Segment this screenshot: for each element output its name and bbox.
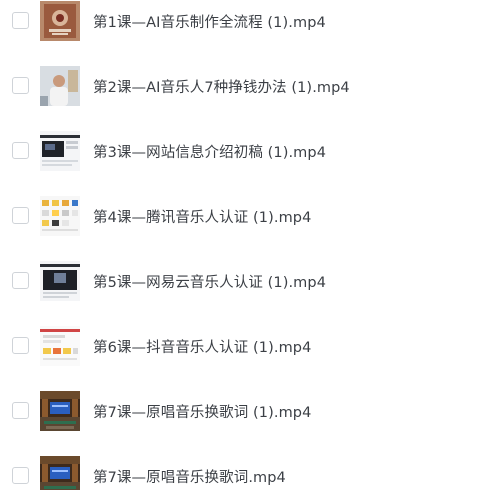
file-name[interactable]: 第6课—抖音音乐人认证 (1).mp4: [93, 336, 311, 357]
select-checkbox[interactable]: [12, 467, 29, 484]
app-grid-thumbnail[interactable]: [40, 196, 80, 236]
select-checkbox[interactable]: [12, 142, 29, 159]
list-item[interactable]: 第6课—抖音音乐人认证 (1).mp4: [0, 325, 490, 369]
select-checkbox[interactable]: [12, 77, 29, 94]
file-name[interactable]: 第4课—腾讯音乐人认证 (1).mp4: [93, 206, 311, 227]
select-checkbox[interactable]: [12, 272, 29, 289]
file-name[interactable]: 第5课—网易云音乐人认证 (1).mp4: [93, 271, 326, 292]
website-screenshot-thumbnail[interactable]: [40, 131, 80, 171]
file-name[interactable]: 第7课—原唱音乐换歌词 (1).mp4: [93, 401, 311, 422]
book-cover-thumbnail[interactable]: [40, 1, 80, 41]
stage-scene-thumbnail[interactable]: [40, 456, 80, 490]
file-name[interactable]: 第7课—原唱音乐换歌词.mp4: [93, 466, 286, 487]
file-name[interactable]: 第3课—网站信息介绍初稿 (1).mp4: [93, 141, 326, 162]
list-item[interactable]: 第3课—网站信息介绍初稿 (1).mp4: [0, 130, 490, 174]
person-video-thumbnail[interactable]: [40, 66, 80, 106]
list-item[interactable]: 第5课—网易云音乐人认证 (1).mp4: [0, 260, 490, 304]
list-item[interactable]: 第7课—原唱音乐换歌词.mp4: [0, 455, 490, 490]
list-item[interactable]: 第7课—原唱音乐换歌词 (1).mp4: [0, 390, 490, 434]
file-name[interactable]: 第2课—AI音乐人7种挣钱办法 (1).mp4: [93, 76, 350, 97]
file-list: 第1课—AI音乐制作全流程 (1).mp4 第2课—AI音乐人7种挣钱办法 (1…: [0, 0, 490, 490]
select-checkbox[interactable]: [12, 337, 29, 354]
select-checkbox[interactable]: [12, 402, 29, 419]
select-checkbox[interactable]: [12, 12, 29, 29]
file-name[interactable]: 第1课—AI音乐制作全流程 (1).mp4: [93, 11, 326, 32]
stage-scene-thumbnail[interactable]: [40, 391, 80, 431]
list-item[interactable]: 第2课—AI音乐人7种挣钱办法 (1).mp4: [0, 65, 490, 109]
app-grid-thumbnail[interactable]: [40, 326, 80, 366]
website-screenshot-thumbnail[interactable]: [40, 261, 80, 301]
list-item[interactable]: 第4课—腾讯音乐人认证 (1).mp4: [0, 195, 490, 239]
select-checkbox[interactable]: [12, 207, 29, 224]
list-item[interactable]: 第1课—AI音乐制作全流程 (1).mp4: [0, 0, 490, 44]
